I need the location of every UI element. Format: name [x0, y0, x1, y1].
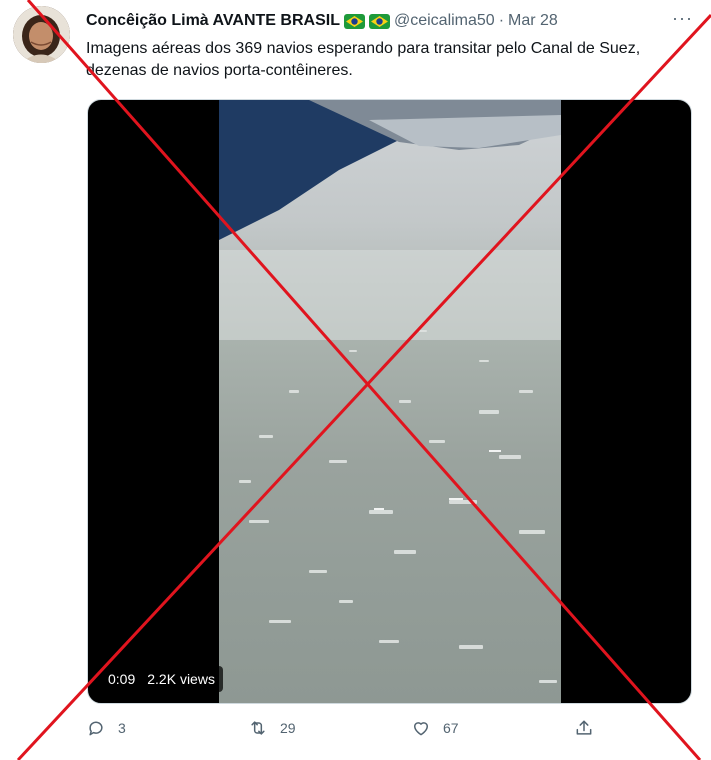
like-count: 67 [443, 720, 459, 736]
brazil-flag-icon [343, 13, 365, 29]
avatar[interactable] [13, 6, 70, 63]
tweet-date[interactable]: Mar 28 [508, 12, 558, 30]
video-player[interactable]: 0:09 2.2K views [87, 99, 692, 704]
tweet-actions: 3 29 67 [86, 718, 606, 748]
share-button[interactable] [574, 718, 606, 738]
like-button[interactable]: 67 [411, 718, 459, 738]
video-time: 0:09 [108, 671, 136, 687]
video-frame [219, 100, 561, 703]
tweet-text-line: Imagens aéreas dos 369 navios esperando … [86, 40, 641, 57]
reply-button[interactable]: 3 [86, 718, 126, 738]
retweet-icon [251, 721, 265, 735]
retweet-button[interactable]: 29 [248, 718, 296, 738]
tweet-card[interactable]: Concêição Limà AVANTE BRASIL @ceicalima5… [0, 0, 711, 760]
more-icon[interactable]: ··· [672, 8, 693, 29]
tweet-text: Imagens aéreas dos 369 navios esperando … [86, 38, 698, 82]
tweet-text-line: dezenas de navios porta-contêineres. [86, 62, 353, 79]
reply-icon [89, 721, 103, 736]
video-views: 2.2K views [147, 671, 215, 687]
user-handle[interactable]: @ceicalima50 [394, 12, 495, 30]
share-icon [576, 720, 592, 735]
display-name[interactable]: Concêição Limà AVANTE BRASIL [86, 12, 340, 30]
retweet-count: 29 [280, 720, 296, 736]
heart-icon [414, 722, 428, 736]
reply-count: 3 [118, 720, 126, 736]
tweet-header: Concêição Limà AVANTE BRASIL @ceicalima5… [86, 8, 697, 32]
video-overlay: 0:09 2.2K views [100, 666, 223, 692]
separator-dot: · [498, 12, 505, 29]
brazil-flag-icon [368, 13, 390, 29]
